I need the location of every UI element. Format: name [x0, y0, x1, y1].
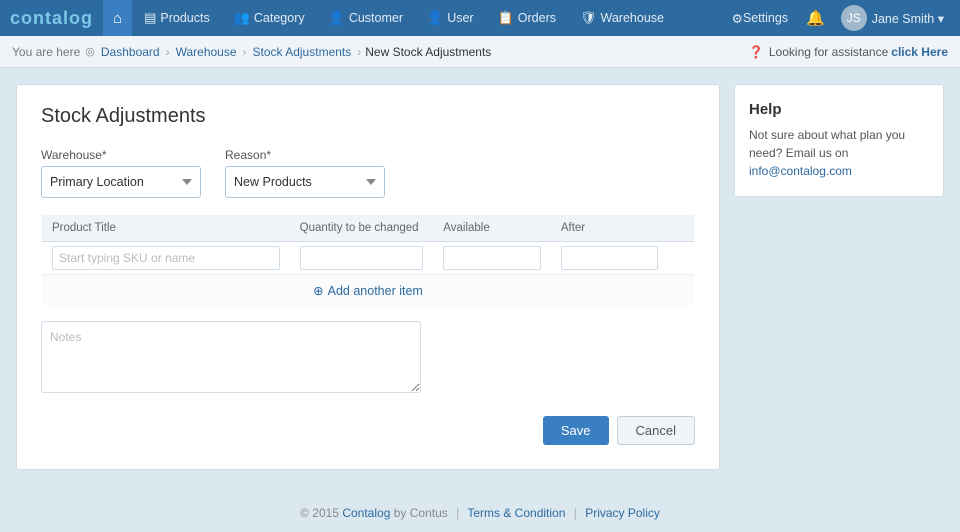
breadcrumb-help: ❓ Looking for assistance click Here — [749, 45, 948, 59]
user-nav-icon: 👤 — [427, 10, 443, 26]
you-are-here-label: You are here — [12, 45, 80, 59]
avatar-initials: JS — [847, 11, 861, 25]
user-name-label: Jane Smith ▾ — [872, 11, 944, 26]
nav-item-customer[interactable]: 👤 Customer — [317, 0, 415, 36]
sku-input[interactable] — [52, 246, 280, 270]
col-product-title: Product Title — [42, 215, 290, 242]
category-icon: 👥 — [234, 10, 250, 26]
brand-logo[interactable]: contalog — [10, 8, 93, 29]
qty-cell — [290, 242, 434, 275]
help-text: Not sure about what plan you need? Email… — [749, 128, 905, 160]
nav-item-warehouse[interactable]: 🛡 Warehouse — [568, 0, 676, 36]
reason-select[interactable]: New Products Damaged Lost Correction — [225, 166, 385, 198]
footer-copyright: © 2015 — [300, 506, 339, 520]
warehouse-icon: 🛡 — [580, 10, 597, 26]
avatar: JS — [841, 5, 867, 31]
breadcrumb-warehouse[interactable]: Warehouse — [176, 45, 237, 59]
add-item-row: ⊕ Add another item — [42, 275, 695, 307]
home-icon: ⌂ — [113, 10, 122, 27]
col-qty-title: Quantity to be changed — [290, 215, 434, 242]
after-cell — [551, 242, 669, 275]
product-cell — [42, 242, 290, 275]
navbar: contalog ⌂ ▤ Products 👥 Category 👤 Custo… — [0, 0, 960, 36]
footer-brand-link[interactable]: Contalog — [342, 506, 390, 520]
settings-icon: ⚙ — [732, 11, 743, 26]
main-area: Stock Adjustments Warehouse* Primary Loc… — [0, 68, 960, 486]
footer-privacy-link[interactable]: Privacy Policy — [585, 506, 660, 520]
help-panel: Help Not sure about what plan you need? … — [734, 84, 944, 197]
products-icon: ▤ — [144, 10, 156, 26]
nav-item-orders[interactable]: 📋 Orders — [486, 0, 568, 36]
breadcrumb-current: New Stock Adjustments — [365, 45, 491, 59]
footer: © 2015 Contalog by Contus | Terms & Cond… — [0, 494, 960, 532]
help-icon: ❓ — [749, 45, 764, 59]
table-header-row: Product Title Quantity to be changed Ava… — [42, 215, 695, 242]
help-body: Not sure about what plan you need? Email… — [749, 126, 929, 180]
after-input[interactable] — [561, 246, 659, 270]
nav-item-products[interactable]: ▤ Products — [132, 0, 222, 36]
form-fields-row: Warehouse* Primary Location Secondary Lo… — [41, 148, 695, 198]
bell-icon: 🔔 — [806, 10, 825, 27]
col-after-title: After — [551, 215, 669, 242]
col-delete-title — [668, 215, 694, 242]
notes-area — [41, 321, 695, 396]
reason-label: Reason* — [225, 148, 385, 162]
nav-items: ▤ Products 👥 Category 👤 Customer 👤 User … — [132, 0, 724, 36]
cancel-button[interactable]: Cancel — [617, 416, 695, 445]
reason-field-group: Reason* New Products Damaged Lost Correc… — [225, 148, 385, 198]
avail-input[interactable] — [443, 246, 541, 270]
help-email-link[interactable]: info@contalog.com — [749, 164, 852, 178]
delete-cell — [668, 242, 694, 275]
add-item-label: Add another item — [328, 284, 423, 298]
warehouse-select[interactable]: Primary Location Secondary Location Ware… — [41, 166, 201, 198]
customer-icon: 👤 — [329, 10, 345, 26]
notifications-button[interactable]: 🔔 — [800, 9, 831, 27]
table-row — [42, 242, 695, 275]
avail-cell — [433, 242, 551, 275]
breadcrumb-bar: You are here ◎ Dashboard › Warehouse › S… — [0, 36, 960, 68]
stock-table: Product Title Quantity to be changed Ava… — [41, 214, 695, 307]
breadcrumb-home-icon: ◎ — [85, 45, 95, 58]
click-here-link[interactable]: click Here — [891, 45, 948, 59]
form-title: Stock Adjustments — [41, 105, 695, 128]
action-buttons: Save Cancel — [41, 416, 695, 445]
nav-item-category[interactable]: 👥 Category — [222, 0, 317, 36]
add-item-button[interactable]: ⊕ Add another item — [313, 283, 423, 298]
warehouse-label: Warehouse* — [41, 148, 201, 162]
settings-button[interactable]: ⚙ Settings — [724, 11, 796, 26]
breadcrumb-dashboard[interactable]: Dashboard — [101, 45, 160, 59]
add-item-cell: ⊕ Add another item — [42, 275, 695, 307]
col-avail-title: Available — [433, 215, 551, 242]
nav-right: ⚙ Settings 🔔 JS Jane Smith ▾ — [724, 5, 950, 31]
form-panel: Stock Adjustments Warehouse* Primary Loc… — [16, 84, 720, 470]
save-button[interactable]: Save — [543, 416, 609, 445]
warehouse-field-group: Warehouse* Primary Location Secondary Lo… — [41, 148, 201, 198]
qty-input[interactable] — [300, 246, 424, 270]
notes-textarea[interactable] — [41, 321, 421, 393]
help-text: Looking for assistance — [769, 45, 888, 59]
help-title: Help — [749, 101, 929, 118]
user-menu-button[interactable]: JS Jane Smith ▾ — [835, 5, 950, 31]
orders-icon: 📋 — [498, 10, 514, 26]
breadcrumb-stock-adjustments[interactable]: Stock Adjustments — [253, 45, 352, 59]
add-item-icon: ⊕ — [313, 283, 323, 298]
nav-item-user[interactable]: 👤 User — [415, 0, 486, 36]
footer-terms-link[interactable]: Terms & Condition — [467, 506, 565, 520]
nav-home-button[interactable]: ⌂ — [103, 0, 132, 36]
